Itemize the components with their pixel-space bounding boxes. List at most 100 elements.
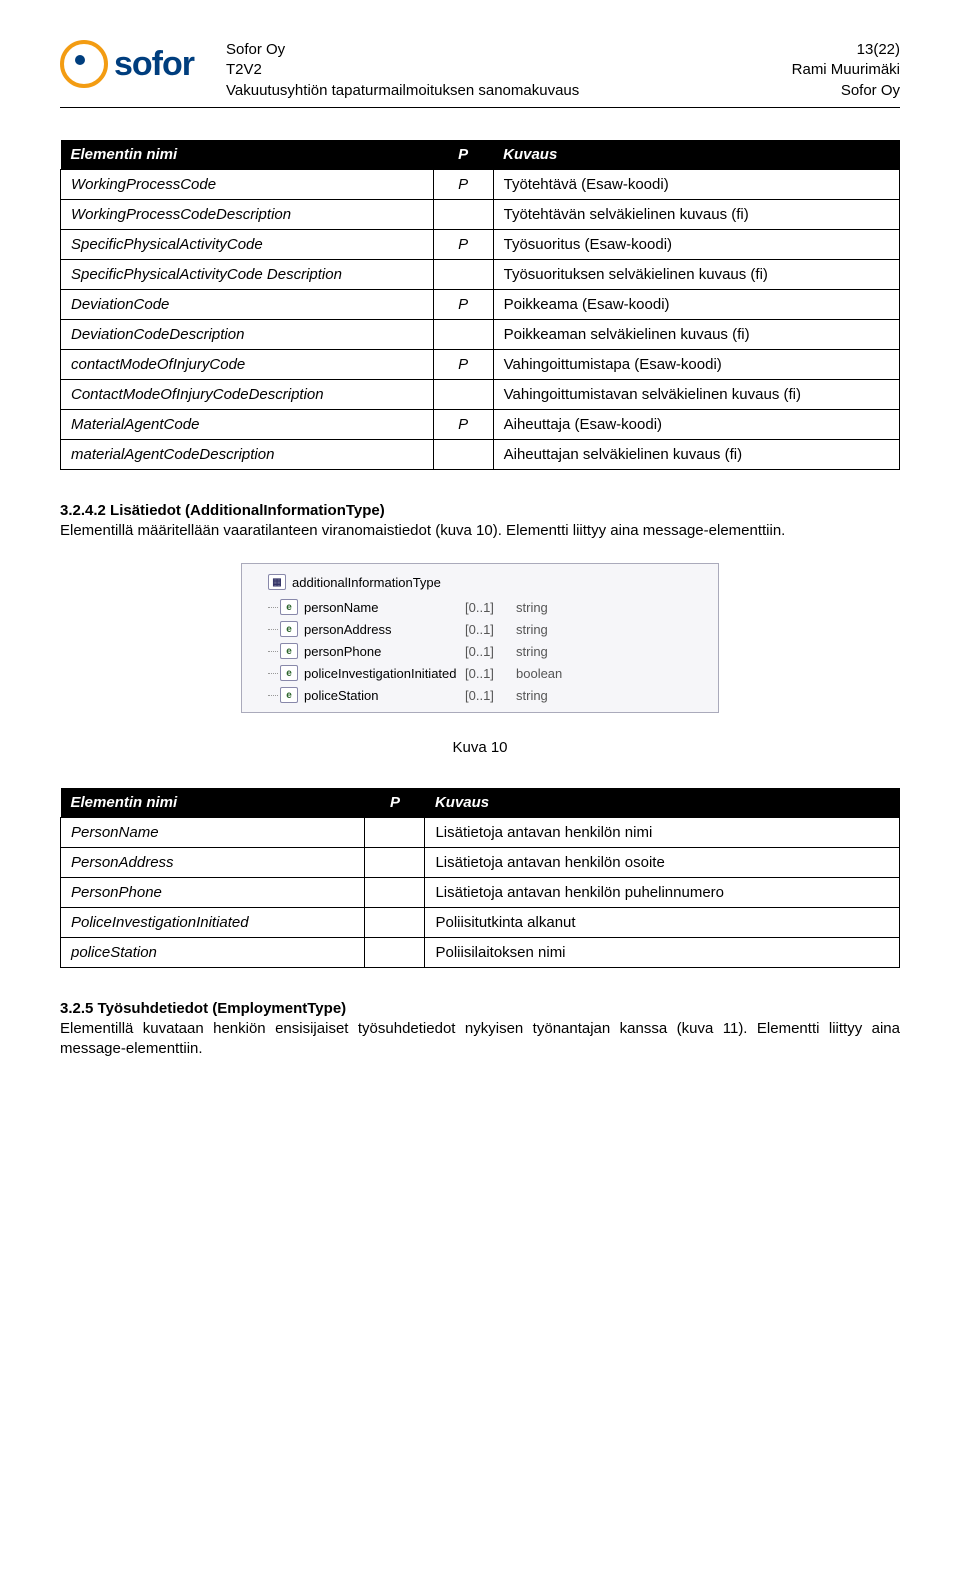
tree-cardinality: [0..1] (465, 644, 510, 659)
cell-name: ContactModeOfInjuryCodeDescription (61, 379, 434, 409)
cell-desc: Poikkeaman selväkielinen kuvaus (fi) (493, 319, 899, 349)
cell-p (433, 379, 493, 409)
cell-p (433, 199, 493, 229)
tree-cardinality: [0..1] (465, 666, 510, 681)
author: Rami Muurimäki (792, 60, 900, 80)
table-row: MaterialAgentCodePAiheuttaja (Esaw-koodi… (61, 409, 900, 439)
cell-name: PersonName (61, 818, 365, 848)
cell-desc: Työtehtävä (Esaw-koodi) (493, 169, 899, 199)
tree-element-row: epersonPhone[0..1]string (280, 640, 710, 662)
cell-name: policeStation (61, 938, 365, 968)
logo: sofor (60, 40, 194, 88)
cell-desc: Lisätietoja antavan henkilön osoite (425, 848, 900, 878)
tree-element-row: e personAddress [0..1] string (280, 618, 710, 640)
cell-desc: Lisätietoja antavan henkilön puhelinnume… (425, 878, 900, 908)
cell-desc: Poliisilaitoksen nimi (425, 938, 900, 968)
cell-name: PersonPhone (61, 878, 365, 908)
cell-name: DeviationCode (61, 289, 434, 319)
cell-name: DeviationCodeDescription (61, 319, 434, 349)
tree-cardinality: [0..1] (465, 688, 510, 703)
cell-desc: Työsuorituksen selväkielinen kuvaus (fi) (493, 259, 899, 289)
cell-p: P (433, 169, 493, 199)
table-row: WorkingProcessCodePTyötehtävä (Esaw-kood… (61, 169, 900, 199)
cell-p (365, 938, 425, 968)
cell-name: PoliceInvestigationInitiated (61, 908, 365, 938)
complex-type-icon: ▦ (268, 574, 286, 590)
cell-p (433, 439, 493, 469)
cell-name: WorkingProcessCode (61, 169, 434, 199)
cell-name: SpecificPhysicalActivityCode Description (61, 259, 434, 289)
cell-p: P (433, 229, 493, 259)
tree-element-label: personAddress (304, 622, 459, 637)
tree-datatype: boolean (516, 666, 562, 681)
tree-root-label: additionalInformationType (292, 575, 441, 590)
th-name: Elementin nimi (61, 788, 365, 818)
cell-name: WorkingProcessCodeDescription (61, 199, 434, 229)
logo-text: sofor (114, 45, 194, 84)
cell-desc: Vahingoittumistavan selväkielinen kuvaus… (493, 379, 899, 409)
element-icon: e (280, 687, 298, 703)
tree-datatype: string (516, 622, 548, 637)
element-table-2: Elementin nimi P Kuvaus PersonName Lisäti… (60, 788, 900, 968)
element-icon: e (280, 643, 298, 659)
company-right: Sofor Oy (792, 81, 900, 101)
tree-element-row: epoliceInvestigationInitiated[0..1]boole… (280, 662, 710, 684)
section-325-title: 3.2.5 Työsuhdetiedot (EmploymentType) (60, 1000, 900, 1017)
header-right-block: 13(22) Rami Muurimäki Sofor Oy (792, 40, 900, 101)
th-p: P (433, 140, 493, 170)
cell-desc: Aiheuttajan selväkielinen kuvaus (fi) (493, 439, 899, 469)
cell-p: P (433, 289, 493, 319)
cell-p (365, 878, 425, 908)
table-row: PoliceInvestigationInitiated Poliisitutki… (61, 908, 900, 938)
th-desc: Kuvaus (493, 140, 899, 170)
cell-desc: Poikkeama (Esaw-koodi) (493, 289, 899, 319)
tree-cardinality: [0..1] (465, 600, 510, 615)
table-row: DeviationCodeDescription Poikkeaman selvä… (61, 319, 900, 349)
table-row: contactModeOfInjuryCodePVahingoittumista… (61, 349, 900, 379)
th-p: P (365, 788, 425, 818)
element-icon: e (280, 599, 298, 615)
header-company: Sofor Oy (226, 40, 782, 60)
cell-p (365, 848, 425, 878)
cell-name: contactModeOfInjuryCode (61, 349, 434, 379)
header-doc-title: Vakuutusyhtiön tapaturmailmoituksen sano… (226, 81, 782, 101)
tree-cardinality: [0..1] (465, 622, 510, 637)
th-name: Elementin nimi (61, 140, 434, 170)
page-number: 13(22) (792, 40, 900, 60)
table-row: ContactModeOfInjuryCodeDescription Vahing… (61, 379, 900, 409)
section-3242-body: Elementillä määritellään vaaratilanteen … (60, 521, 900, 541)
table-row: SpecificPhysicalActivityCodePTyösuoritus… (61, 229, 900, 259)
cell-desc: Vahingoittumistapa (Esaw-koodi) (493, 349, 899, 379)
table-row: WorkingProcessCodeDescription Työtehtävän… (61, 199, 900, 229)
element-icon: e (280, 621, 298, 637)
tree-datatype: string (516, 688, 548, 703)
tree-element-row: e personName [0..1] string (280, 596, 710, 618)
cell-name: SpecificPhysicalActivityCode (61, 229, 434, 259)
cell-desc: Lisätietoja antavan henkilön nimi (425, 818, 900, 848)
tree-element-row: epoliceStation[0..1]string (280, 684, 710, 706)
tree-element-label: personPhone (304, 644, 459, 659)
table-row: PersonName Lisätietoja antavan henkilön n… (61, 818, 900, 848)
tree-root-row: ▦ additionalInformationType (250, 570, 710, 596)
cell-name: PersonAddress (61, 848, 365, 878)
table-row: DeviationCodePPoikkeama (Esaw-koodi) (61, 289, 900, 319)
cell-desc: Poliisitutkinta alkanut (425, 908, 900, 938)
tree-datatype: string (516, 600, 548, 615)
cell-desc: Työsuoritus (Esaw-koodi) (493, 229, 899, 259)
th-desc: Kuvaus (425, 788, 900, 818)
cell-desc: Työtehtävän selväkielinen kuvaus (fi) (493, 199, 899, 229)
cell-name: materialAgentCodeDescription (61, 439, 434, 469)
cell-p (365, 818, 425, 848)
cell-p: P (433, 349, 493, 379)
element-table-1: Elementin nimi P Kuvaus WorkingProcessCo… (60, 140, 900, 470)
element-icon: e (280, 665, 298, 681)
cell-p (433, 259, 493, 289)
logo-icon (60, 40, 108, 88)
table-row: PersonPhone Lisätietoja antavan henkilön … (61, 878, 900, 908)
table-row: SpecificPhysicalActivityCode Description… (61, 259, 900, 289)
cell-desc: Aiheuttaja (Esaw-koodi) (493, 409, 899, 439)
tree-element-label: personName (304, 600, 459, 615)
cell-p: P (433, 409, 493, 439)
table-row: policeStation Poliisilaitoksen nimi (61, 938, 900, 968)
cell-p (433, 319, 493, 349)
